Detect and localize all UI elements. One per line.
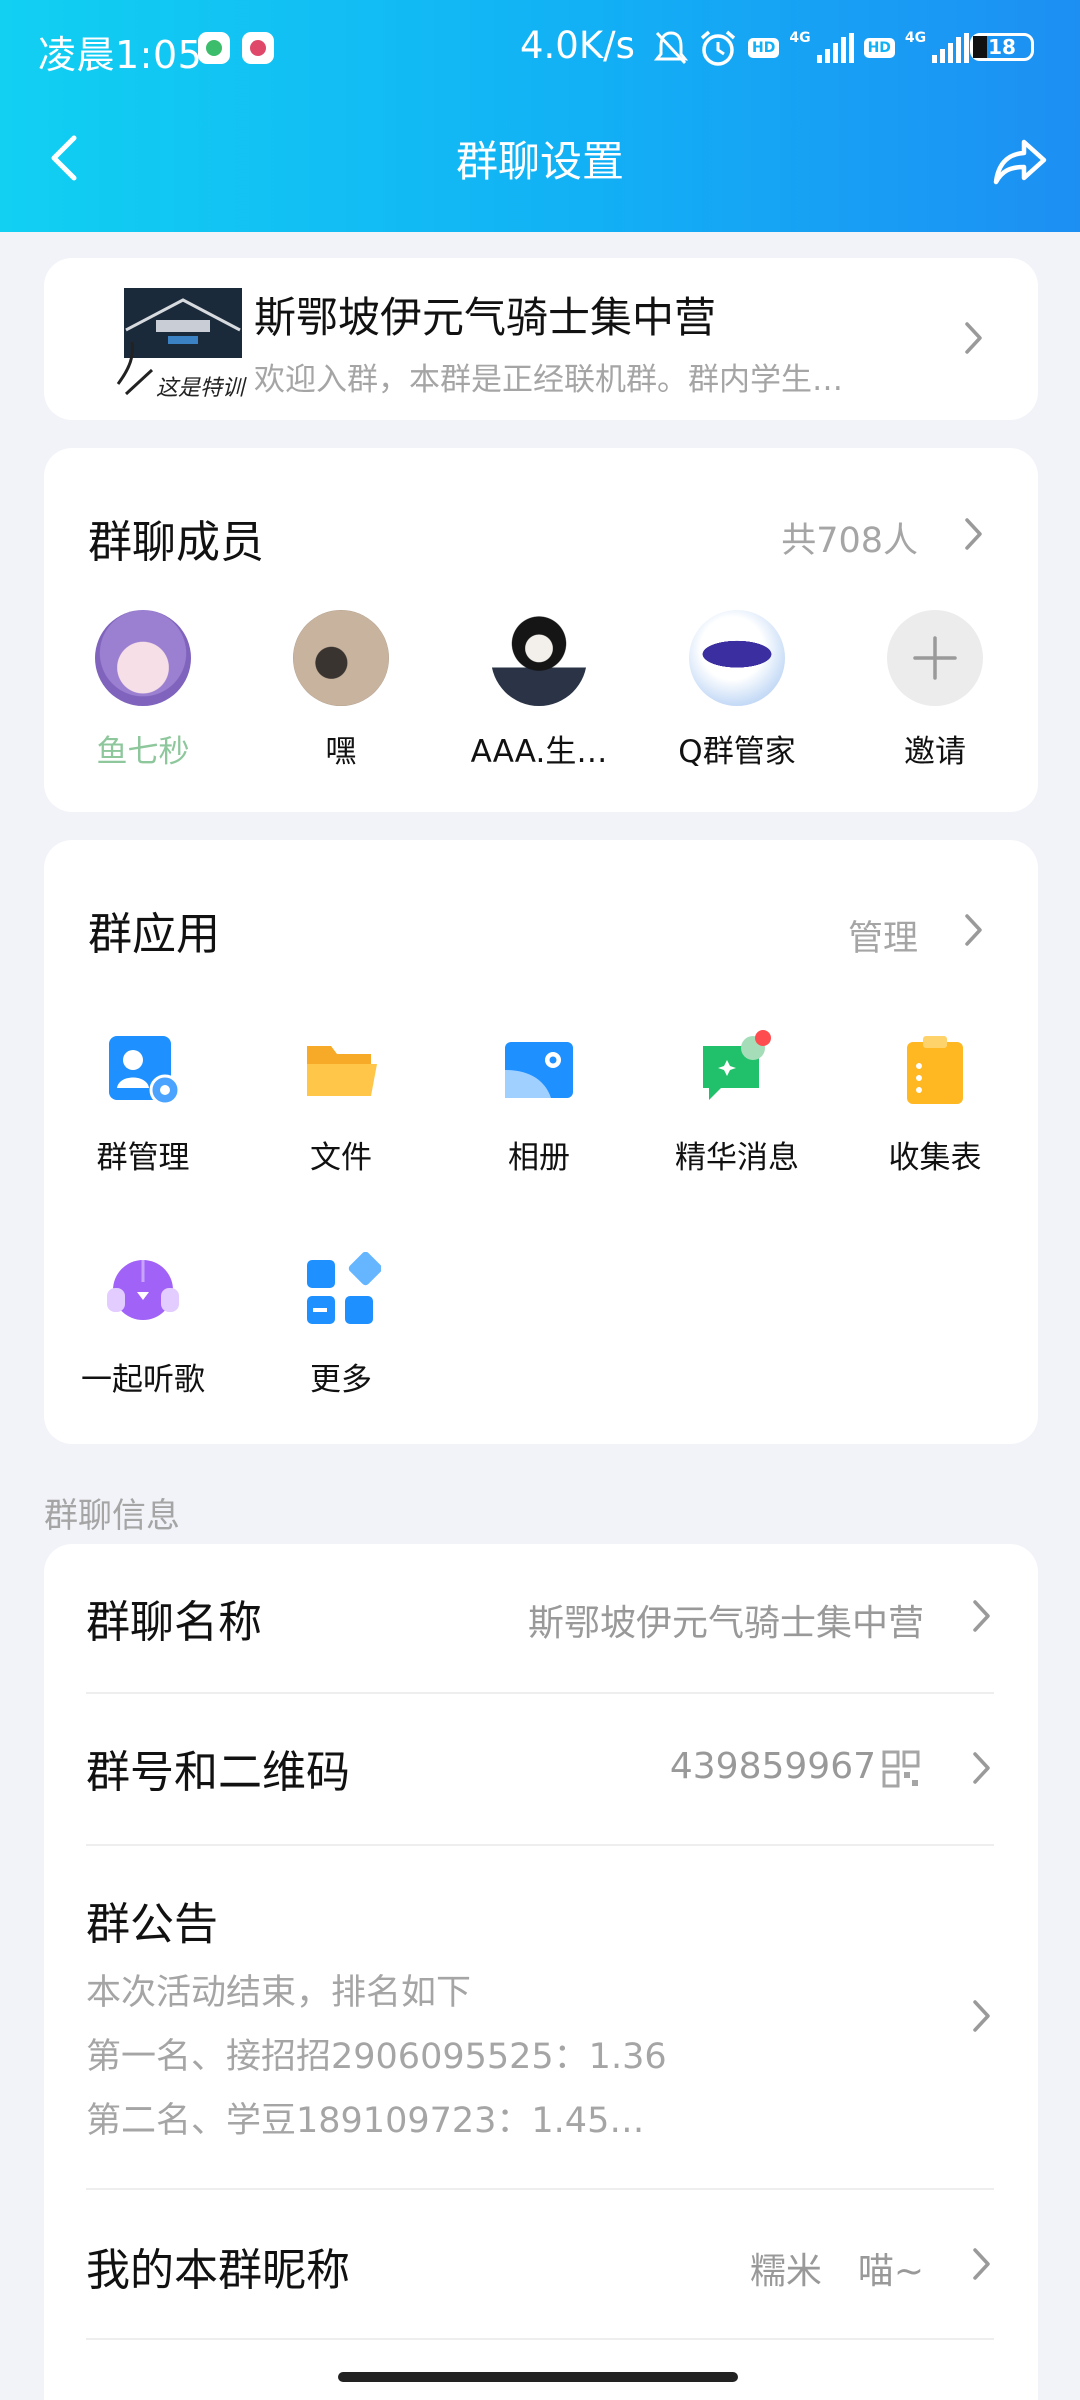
app-listen-together[interactable]: 一起听歌 [44,1252,242,1474]
chevron-right-icon[interactable] [962,514,986,554]
my-nickname-row[interactable]: 我的本群昵称 糯米 喵~ [86,2190,994,2340]
header-bar: 凌晨1:05 4.0K/s HD 4G HD 4G 18 群聊设置 [0,0,1080,232]
member-item[interactable]: AAA.生… [440,610,638,771]
chevron-right-icon [965,322,982,354]
app-label: 精华消息 [675,1140,799,1176]
group-manage-icon [109,1036,181,1106]
listen-together-icon [107,1260,179,1320]
app-label: 群管理 [96,1140,190,1176]
group-description: 欢迎入群，本群是正经联机群。群内学生… [254,362,843,398]
folder-icon [307,1046,377,1096]
album-icon [505,1042,573,1098]
app-files[interactable]: 文件 [242,1030,440,1252]
member-list: 鱼七秒 嘿 AAA.生… Q群管家 邀请 [44,610,1038,771]
apps-manage-link[interactable]: 管理 [848,910,918,961]
share-forward-icon [993,139,1047,185]
signal-icon [932,33,970,63]
group-avatar: 这是特训 [116,272,256,407]
more-apps-icon [307,1251,383,1324]
app-label: 相册 [508,1140,570,1176]
page-title: 群聊设置 [455,137,624,186]
essence-message-icon [703,1030,771,1100]
notice-line: 第一名、接招招2906095525：1.36 [86,2037,667,2077]
hd-badge: HD [748,38,780,58]
member-name: Q群管家 [678,734,796,770]
members-card: 群聊成员 共708人 鱼七秒 嘿 AAA.生… Q群管家 邀请 [44,448,1038,812]
chevron-right-icon[interactable] [962,910,986,950]
share-button[interactable] [990,132,1050,192]
group-name-row[interactable]: 群聊名称 斯鄂坡伊元气骑士集中营 [86,1544,994,1694]
network-speed: 4.0K/s [520,24,635,67]
app-collection-form[interactable]: 收集表 [836,1030,1034,1252]
status-bar: 凌晨1:05 4.0K/s HD 4G HD 4G 18 [0,0,1080,100]
my-nickname-value: 糯米 喵~ [749,2251,924,2292]
section-label: 群聊信息 [44,1496,180,1536]
invite-button[interactable]: 邀请 [836,610,1034,771]
member-item[interactable]: Q群管家 [638,610,836,771]
hd-badge: HD [863,38,895,58]
group-number-label: 群号和二维码 [86,1747,350,1798]
app-label: 更多 [310,1362,372,1398]
member-item[interactable]: 嘿 [242,610,440,771]
notice-line: 本次活动结束，排名如下 [86,1973,472,2013]
mute-bell-icon [654,31,688,65]
app-album[interactable]: 相册 [440,1030,638,1252]
app-label: 文件 [310,1140,372,1176]
avatar [491,610,587,706]
avatar [95,610,191,706]
group-name: 斯鄂坡伊元气骑士集中营 [254,293,717,342]
signal-icon [816,33,854,63]
member-name: AAA.生… [470,734,608,770]
network-type: 4G [789,30,811,46]
alarm-icon [700,30,736,66]
group-name-value: 斯鄂坡伊元气骑士集中营 [527,1603,924,1644]
group-notice-label: 群公告 [86,1899,218,1950]
group-name-label: 群聊名称 [86,1597,262,1648]
member-name: 鱼七秒 [96,734,190,770]
group-avatar-caption: 这是特训 [156,376,245,401]
group-profile-card[interactable]: 这是特训 斯鄂坡伊元气骑士集中营 欢迎入群，本群是正经联机群。群内学生… [44,258,1038,420]
app-label: 一起听歌 [81,1362,205,1398]
avatar [689,610,785,706]
app-notification-icon [242,32,274,64]
group-number-value: 439859967 [669,1746,876,1787]
group-notice-row[interactable]: 群公告 本次活动结束，排名如下 第一名、接招招2906095525：1.36 第… [86,1846,994,2190]
group-apps-card: 群应用 管理 群管理 文件 相册 精华消息 收集表 一起听歌 更多 [44,840,1038,1444]
members-title: 群聊成员 [88,517,264,568]
member-count[interactable]: 共708人 [781,512,918,563]
invite-label: 邀请 [904,734,966,770]
status-icons: HD 4G HD 4G [654,22,970,74]
chevron-right-icon [973,1600,990,1632]
network-type: 4G [904,30,927,46]
chevron-right-icon [973,2248,990,2280]
status-time: 凌晨1:05 [38,33,203,77]
apps-grid: 群管理 文件 相册 精华消息 收集表 一起听歌 更多 [44,1030,1038,1474]
home-indicator[interactable] [338,2372,738,2382]
clipboard-icon [907,1036,963,1104]
avatar [293,610,389,706]
app-label: 收集表 [888,1140,982,1176]
qr-code-icon [882,1750,920,1788]
member-name: 嘿 [325,734,357,770]
battery-icon: 18 [970,33,1034,61]
app-more[interactable]: 更多 [242,1251,440,1474]
notice-line: 第二名、学豆189109723：1.45… [86,2101,645,2141]
chevron-right-icon [973,2000,990,2032]
group-number-row[interactable]: 群号和二维码 439859967 [86,1694,994,1846]
apps-title: 群应用 [88,909,220,960]
app-essence-messages[interactable]: 精华消息 [638,1030,836,1252]
app-notification-icon [198,32,230,64]
member-item[interactable]: 鱼七秒 [44,610,242,771]
chevron-right-icon [973,1752,990,1784]
group-info-card: 群聊名称 斯鄂坡伊元气骑士集中营 群号和二维码 439859967 群公告 本次… [44,1544,1038,2400]
plus-icon [887,610,983,706]
app-group-manage[interactable]: 群管理 [44,1030,242,1252]
my-nickname-label: 我的本群昵称 [86,2245,350,2296]
